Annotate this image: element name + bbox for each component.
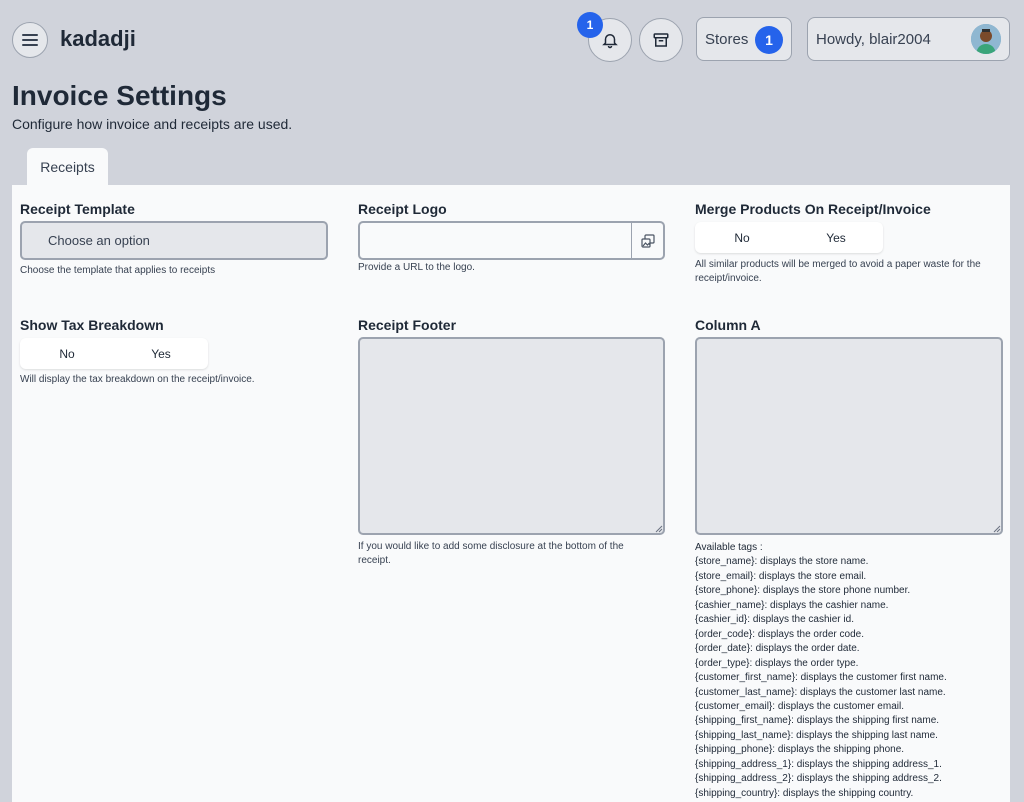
show-tax-toggle: No Yes (20, 338, 208, 369)
receipt-logo-label: Receipt Logo (358, 201, 447, 217)
tag-item: {order_date}: displays the order date. (695, 643, 860, 655)
tag-item: {shipping_first_name}: displays the ship… (695, 715, 940, 727)
column-a-textarea[interactable] (695, 337, 1003, 535)
top-bar: kadadji 1 Stores 1 Howdy, blair2004 (0, 0, 1024, 80)
receipt-footer-textarea[interactable] (358, 337, 665, 535)
merge-products-help-line: All similar products will be merged to a… (695, 259, 981, 270)
merge-products-label: Merge Products On Receipt/Invoice (695, 201, 931, 217)
column-a-label: Column A (695, 317, 761, 333)
tag-item: {order_code}: displays the order code. (695, 628, 864, 640)
receipt-logo-field (358, 221, 665, 260)
receipt-footer-help-line: If you would like to add some disclosure… (358, 541, 624, 552)
show-tax-no[interactable]: No (20, 338, 114, 369)
tags-title: Available tags : (695, 542, 763, 553)
store-icon (653, 33, 669, 47)
notification-count-badge: 1 (577, 12, 603, 38)
media-picker-button[interactable] (631, 223, 663, 258)
tag-item: {store_email}: displays the store email. (695, 570, 867, 582)
merge-products-help-line: receipt/invoice. (695, 273, 762, 284)
user-menu-button[interactable]: Howdy, blair2004 (807, 17, 1010, 61)
tag-item: {order_type}: displays the order type. (695, 657, 859, 669)
tag-item: {cashier_name}: displays the cashier nam… (695, 599, 889, 611)
receipt-footer-help: If you would like to add some disclosure… (358, 540, 624, 568)
merge-products-no[interactable]: No (695, 222, 789, 253)
show-tax-label: Show Tax Breakdown (20, 317, 164, 333)
image-picker-icon (640, 233, 655, 248)
tag-item: {shipping_country}: displays the shippin… (695, 787, 914, 799)
receipt-template-select[interactable]: Choose an option (20, 221, 328, 260)
tag-item: {cashier_id}: displays the cashier id. (695, 614, 854, 626)
merge-products-help: All similar products will be merged to a… (695, 258, 981, 286)
avatar (971, 24, 1001, 54)
brand-logo[interactable]: kadadji (60, 26, 136, 52)
tag-item: {store_name}: displays the store name. (695, 556, 869, 568)
show-tax-help: Will display the tax breakdown on the re… (20, 374, 255, 385)
available-tags-list: Available tags : {store_name}: displays … (695, 541, 1005, 801)
tag-item: {store_phone}: displays the store phone … (695, 585, 911, 597)
store-button[interactable] (639, 18, 683, 62)
merge-products-yes[interactable]: Yes (789, 222, 883, 253)
receipt-footer-label: Receipt Footer (358, 317, 457, 333)
user-greeting: Howdy, blair2004 (816, 30, 931, 48)
receipt-template-help: Choose the template that applies to rece… (20, 265, 216, 276)
hamburger-icon (22, 34, 38, 46)
tag-item: {shipping_phone}: displays the shipping … (695, 744, 905, 756)
tag-item: {shipping_address_2}: displays the shipp… (695, 773, 942, 785)
tag-item: {shipping_last_name}: displays the shipp… (695, 729, 938, 741)
tab-receipts[interactable]: Receipts (27, 148, 108, 185)
stores-count-badge: 1 (755, 26, 783, 54)
tag-item: {customer_last_name}: displays the custo… (695, 686, 946, 698)
stores-label: Stores (705, 30, 749, 48)
merge-products-toggle: No Yes (695, 222, 883, 253)
menu-button[interactable] (12, 22, 48, 58)
show-tax-yes[interactable]: Yes (114, 338, 208, 369)
page-subtitle: Configure how invoice and receipts are u… (12, 116, 293, 132)
stores-button[interactable]: Stores 1 (696, 17, 792, 61)
tag-item: {shipping_address_1}: displays the shipp… (695, 758, 942, 770)
receipt-template-label: Receipt Template (20, 201, 135, 217)
page-title: Invoice Settings (12, 80, 227, 111)
receipt-footer-help-line: receipt. (358, 555, 391, 566)
tag-item: {customer_email}: displays the customer … (695, 700, 904, 712)
resize-grip-icon[interactable] (993, 525, 1001, 533)
tag-item: {customer_first_name}: displays the cust… (695, 672, 947, 684)
receipt-logo-input[interactable] (360, 223, 631, 258)
resize-grip-icon[interactable] (655, 525, 663, 533)
receipt-logo-help: Provide a URL to the logo. (358, 262, 475, 273)
bell-icon (602, 34, 618, 49)
